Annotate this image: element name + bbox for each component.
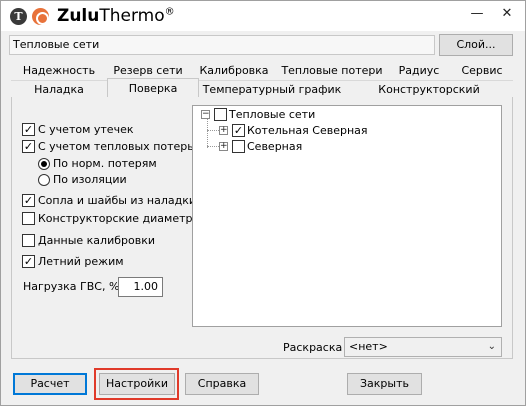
heat-losses-label: С учетом тепловых потерь [38,140,194,153]
boiler-north-checkbox[interactable] [232,124,245,137]
close-button[interactable]: Закрыть [347,373,422,395]
calculate-button[interactable]: Расчет [13,373,87,395]
coloring-label: Раскраска [283,341,343,354]
calibration-data-label: Данные калибровки [38,234,156,247]
design-diameters-label: Конструкторские диаметры [38,212,202,225]
root-label: Тепловые сети [229,108,316,121]
gvs-load-label: Нагрузка ГВС, % [23,280,120,293]
gvs-load-input[interactable]: 1.00 [118,277,163,297]
tree-guide-line [207,146,219,147]
network-tree: − Тепловые сети + Котельная Северная + С… [192,105,502,327]
coloring-value: <нет> [349,340,388,353]
calibration-data-checkbox[interactable] [22,234,35,247]
chevron-down-icon: ⌄ [487,341,496,352]
summer-mode-checkbox[interactable] [22,255,35,268]
layers-button[interactable]: Слой... [439,34,513,56]
norm-losses-radio[interactable] [38,158,50,170]
north-label: Северная [247,140,303,153]
heat-losses-checkbox[interactable] [22,140,35,153]
minimize-button[interactable]: — [466,5,488,23]
summer-mode-label: Летний режим [38,255,124,268]
tab-verification[interactable]: Поверка [107,78,199,99]
tab-radius[interactable]: Радиус [387,62,451,81]
help-button[interactable]: Справка [185,373,259,395]
insulation-radio[interactable] [38,174,50,186]
root-checkbox[interactable] [214,108,227,121]
collapse-icon[interactable]: − [201,110,210,119]
tab-service[interactable]: Сервис [451,62,513,81]
layer-field[interactable]: Тепловые сети [9,35,435,55]
zulu-window: T ZuluThermo® — ✕ Тепловые сети Слой... … [0,0,526,406]
coloring-select[interactable]: <нет> ⌄ [344,337,502,357]
norm-losses-label: По норм. потерям [53,157,157,170]
insulation-label: По изоляции [53,173,127,186]
boiler-north-label: Котельная Северная [247,124,368,137]
expand-icon[interactable]: + [219,142,228,151]
leaks-checkbox[interactable] [22,123,35,136]
thermo-logo-icon [32,8,49,25]
expand-icon[interactable]: + [219,126,228,135]
design-diameters-checkbox[interactable] [22,212,35,225]
close-window-button[interactable]: ✕ [496,5,518,23]
nozzles-checkbox[interactable] [22,194,35,207]
north-checkbox[interactable] [232,140,245,153]
tab-heat-losses[interactable]: Тепловые потери [277,62,387,81]
tab-calibration[interactable]: Калибровка [191,62,277,81]
title-bar: T ZuluThermo® — ✕ [1,1,525,31]
tab-reliability[interactable]: Надежность [13,62,105,81]
nozzles-label: Сопла и шайбы из наладки [38,194,197,207]
tree-guide-line [207,130,219,131]
app-title: ZuluThermo® [57,6,175,26]
tree-guide-line [207,118,208,148]
settings-button[interactable]: Настройки [99,373,175,395]
zulu-logo-icon: T [10,8,27,25]
leaks-label: С учетом утечек [38,123,134,136]
